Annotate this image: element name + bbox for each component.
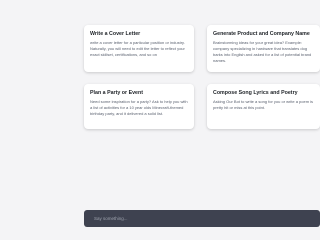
card-description: Need some inspiration for a party? Ask t… [90,99,188,116]
prompt-card-plan-party[interactable]: Plan a Party or Event Need some inspirat… [84,84,194,129]
prompt-examples-screen: Write a Cover Letter write a cover lette… [0,0,320,240]
prompt-card-song-lyrics[interactable]: Compose Song Lyrics and Poetry Asking Ou… [207,84,320,129]
card-description: Brainstorming ideas for your great idea?… [213,40,312,63]
prompt-card-cover-letter[interactable]: Write a Cover Letter write a cover lette… [84,25,194,72]
card-title: Write a Cover Letter [90,31,141,37]
chat-input-bar [84,210,320,227]
card-description: write a cover letter for a particular po… [90,40,185,57]
card-title: Generate Product and Company Name [213,31,310,37]
card-description: Asking Our Bot to write a song for you o… [213,99,314,110]
prompt-card-product-name[interactable]: Generate Product and Company Name Brains… [207,25,320,72]
card-title: Plan a Party or Event [90,90,143,96]
card-title: Compose Song Lyrics and Poetry [213,90,298,96]
chat-message-input[interactable] [94,216,310,221]
